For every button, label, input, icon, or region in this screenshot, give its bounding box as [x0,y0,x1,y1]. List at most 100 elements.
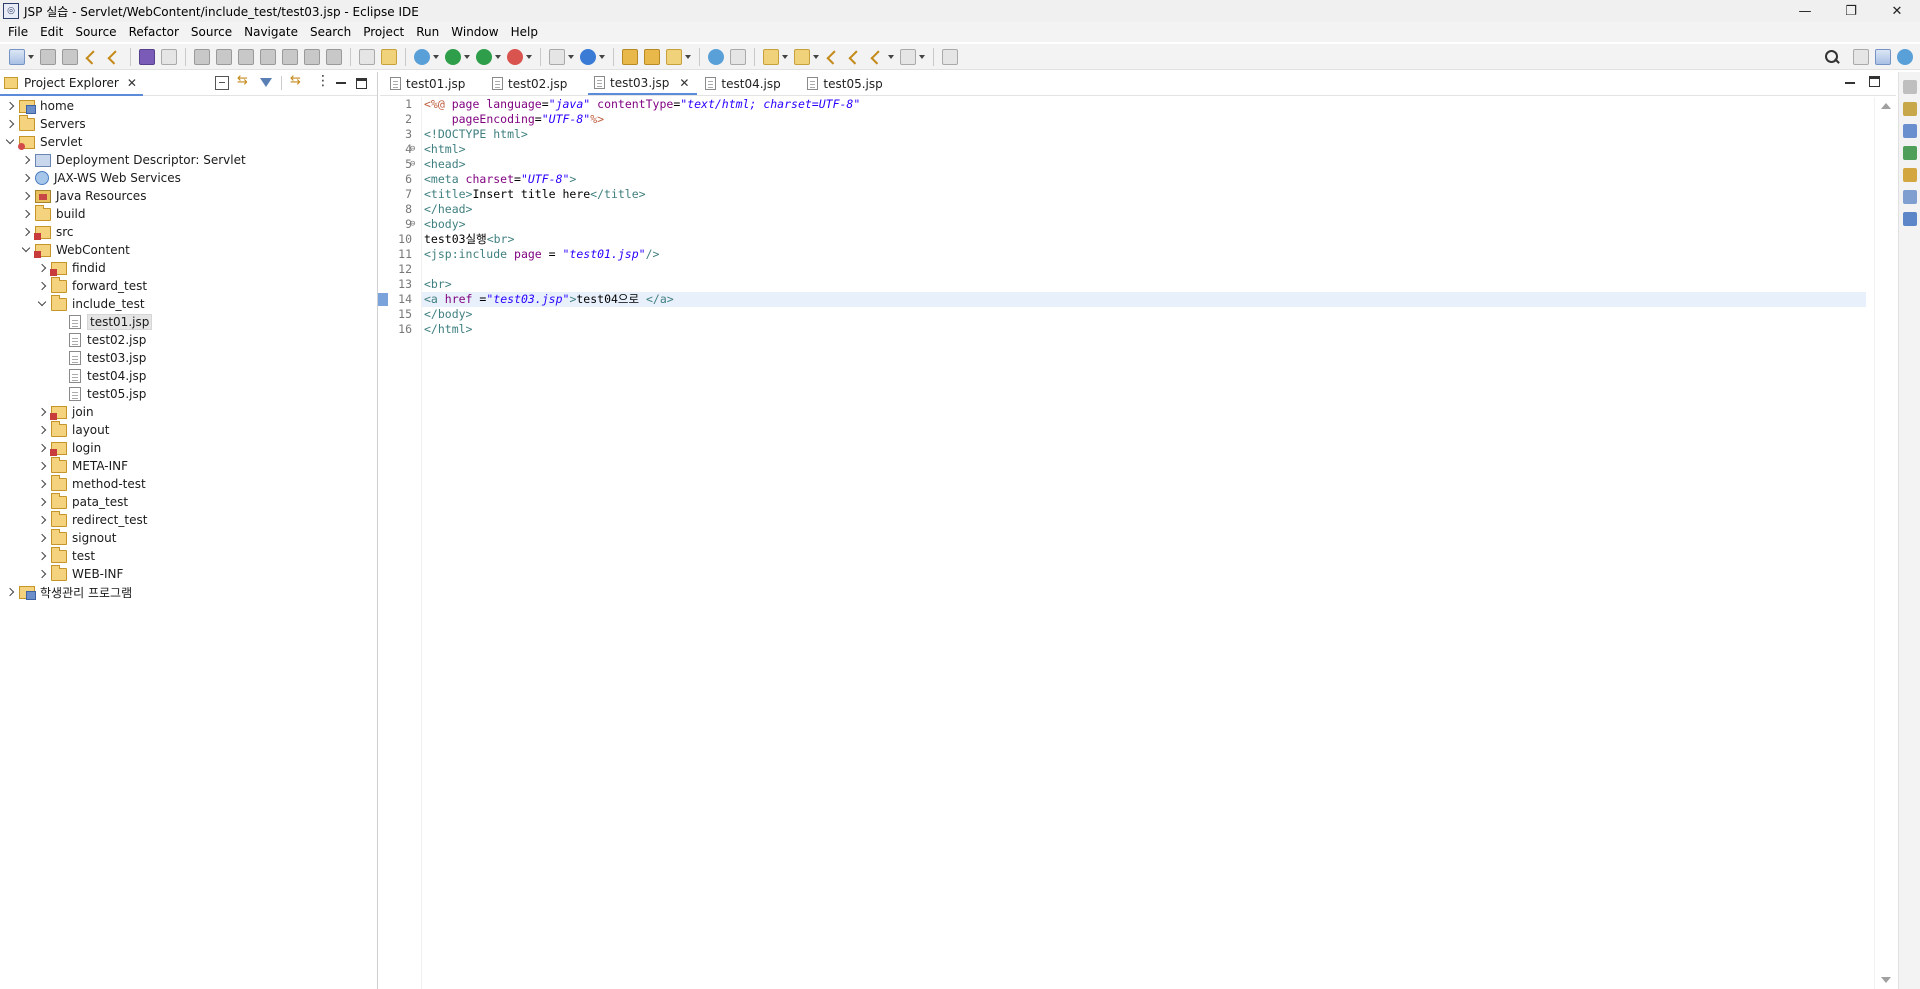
chevron-right-icon[interactable] [36,460,48,472]
coverage-icon[interactable] [476,48,492,65]
focus-on-active-task-icon[interactable] [290,73,304,90]
previous-annotation-icon[interactable] [794,48,810,65]
code-line[interactable]: 8 </head> [405,202,1866,217]
back-to-icon[interactable] [847,49,863,65]
fold-collapse-icon[interactable]: ⊖ [410,142,415,157]
step-over-icon[interactable] [304,48,320,65]
run-icon[interactable] [445,48,461,65]
save-icon[interactable] [40,48,56,65]
minimize-button[interactable]: — [1782,0,1828,22]
tree-item[interactable]: src [0,223,377,241]
menu-source[interactable]: Source [69,25,122,39]
vertical-scrollbar[interactable] [1874,97,1896,989]
tree-item[interactable]: test02.jsp [0,331,377,349]
back-dropdown-icon[interactable] [887,49,895,65]
skip-breakpoints-icon[interactable] [161,48,177,65]
menu-file[interactable]: File [2,25,34,39]
task-list-icon[interactable] [1902,124,1917,138]
back-icon[interactable] [869,49,885,65]
maximize-button[interactable]: ❐ [1828,0,1874,22]
code-lines[interactable]: 1 <%@ page language="java" contentType="t… [378,97,1866,337]
chevron-right-icon[interactable] [20,190,32,202]
chevron-down-icon[interactable] [36,298,48,310]
previous-annotation-dropdown-icon[interactable] [812,49,820,65]
disconnect-icon[interactable] [260,48,276,65]
code-editor[interactable]: 1 <%@ page language="java" contentType="t… [378,97,1896,989]
code-line[interactable]: 14 <a href ="test03.jsp">test04으로 </a> [378,292,1866,307]
fold-collapse-icon[interactable]: ⊖ [410,217,415,232]
view-menu-icon[interactable] [312,73,330,90]
save-all-icon[interactable] [62,48,78,65]
close-window-button[interactable]: ✕ [1874,0,1920,22]
link-with-editor-icon[interactable] [237,73,251,90]
menu-search[interactable]: Search [304,25,357,39]
run-dropdown-icon[interactable] [463,49,471,65]
forward-icon[interactable] [900,48,916,65]
new-java-class-dropdown-icon[interactable] [598,49,606,65]
menu-window[interactable]: Window [445,25,504,39]
debug-dropdown-icon[interactable] [432,49,440,65]
redo-icon[interactable] [106,49,122,65]
tree-item[interactable]: test03.jsp [0,349,377,367]
restore-icon[interactable] [1902,80,1917,94]
last-edit-location-icon[interactable] [825,49,841,65]
pin-editor-icon[interactable] [942,48,958,65]
tree-item[interactable]: signout [0,528,377,547]
fold-collapse-icon[interactable]: ⊖ [410,157,415,172]
chevron-down-icon[interactable] [20,244,32,256]
code-line[interactable]: 15 </body> [398,307,1866,322]
collapse-all-icon[interactable] [215,76,229,90]
chevron-right-icon[interactable] [36,424,48,436]
chevron-right-icon[interactable] [36,496,48,508]
menu-project[interactable]: Project [357,25,410,39]
chevron-right-icon[interactable] [36,442,48,454]
code-line[interactable]: 6 <meta charset="UTF-8"> [405,172,1866,187]
search-tool-dropdown-icon[interactable] [684,49,692,65]
scroll-down-icon[interactable] [1881,977,1891,983]
next-annotation-icon[interactable] [763,48,779,65]
tab-test05-jsp[interactable]: test05.jsp [801,72,901,95]
step-into-icon[interactable] [282,48,298,65]
open-web-browser-icon[interactable] [708,48,724,65]
chevron-right-icon[interactable] [4,586,16,598]
open-console-icon[interactable] [359,48,375,65]
chevron-right-icon[interactable] [36,262,48,274]
search-tool-icon[interactable] [666,48,682,65]
chevron-right-icon[interactable] [4,118,16,130]
code-line[interactable]: 11 <jsp:include page = "test01.jsp"/> [398,247,1866,262]
tree-item[interactable]: build [0,204,377,223]
chevron-right-icon[interactable] [20,226,32,238]
open-task-icon[interactable] [644,48,660,65]
chevron-right-icon[interactable] [36,550,48,562]
tab-test04-jsp[interactable]: test04.jsp [699,72,799,95]
minimize-view-icon[interactable] [334,76,348,90]
tree-item[interactable]: pata_test [0,492,377,511]
code-line[interactable]: 1 <%@ page language="java" contentType="t… [405,97,1866,112]
terminal-icon[interactable] [139,48,155,65]
close-icon[interactable]: ✕ [127,76,137,90]
undo-icon[interactable] [84,49,100,65]
menu-navigate[interactable]: Navigate [238,25,304,39]
tab-test03-jsp[interactable]: test03.jsp ✕ [588,72,698,95]
maximize-editor-icon[interactable] [1869,76,1880,87]
debug-perspective-icon[interactable] [1897,49,1913,65]
tree-item[interactable]: test04.jsp [0,367,377,385]
new-java-class-icon[interactable] [580,48,596,65]
properties-view-icon[interactable] [1902,190,1917,204]
tab-test02-jsp[interactable]: test02.jsp [486,72,586,95]
format-icon[interactable] [381,48,397,65]
java-ee-perspective-icon[interactable] [1875,49,1891,65]
code-line[interactable]: 16 </html> [398,322,1866,337]
tree-item[interactable]: findid [0,259,377,277]
code-line[interactable]: 13 <br> [398,277,1866,292]
new-dropdown-icon[interactable] [27,49,35,65]
tree-item[interactable]: WebContent [0,241,377,259]
chevron-right-icon[interactable] [36,406,48,418]
scroll-up-icon[interactable] [1881,103,1891,109]
tree-item[interactable]: test01.jsp [0,313,377,331]
open-perspective-icon[interactable] [1853,49,1869,65]
tree-item[interactable]: Servlet [0,133,377,151]
forward-dropdown-icon[interactable] [918,49,926,65]
code-line[interactable]: 9 ⊖ <body> [405,217,1866,232]
menu-refactor[interactable]: Refactor [123,25,185,39]
